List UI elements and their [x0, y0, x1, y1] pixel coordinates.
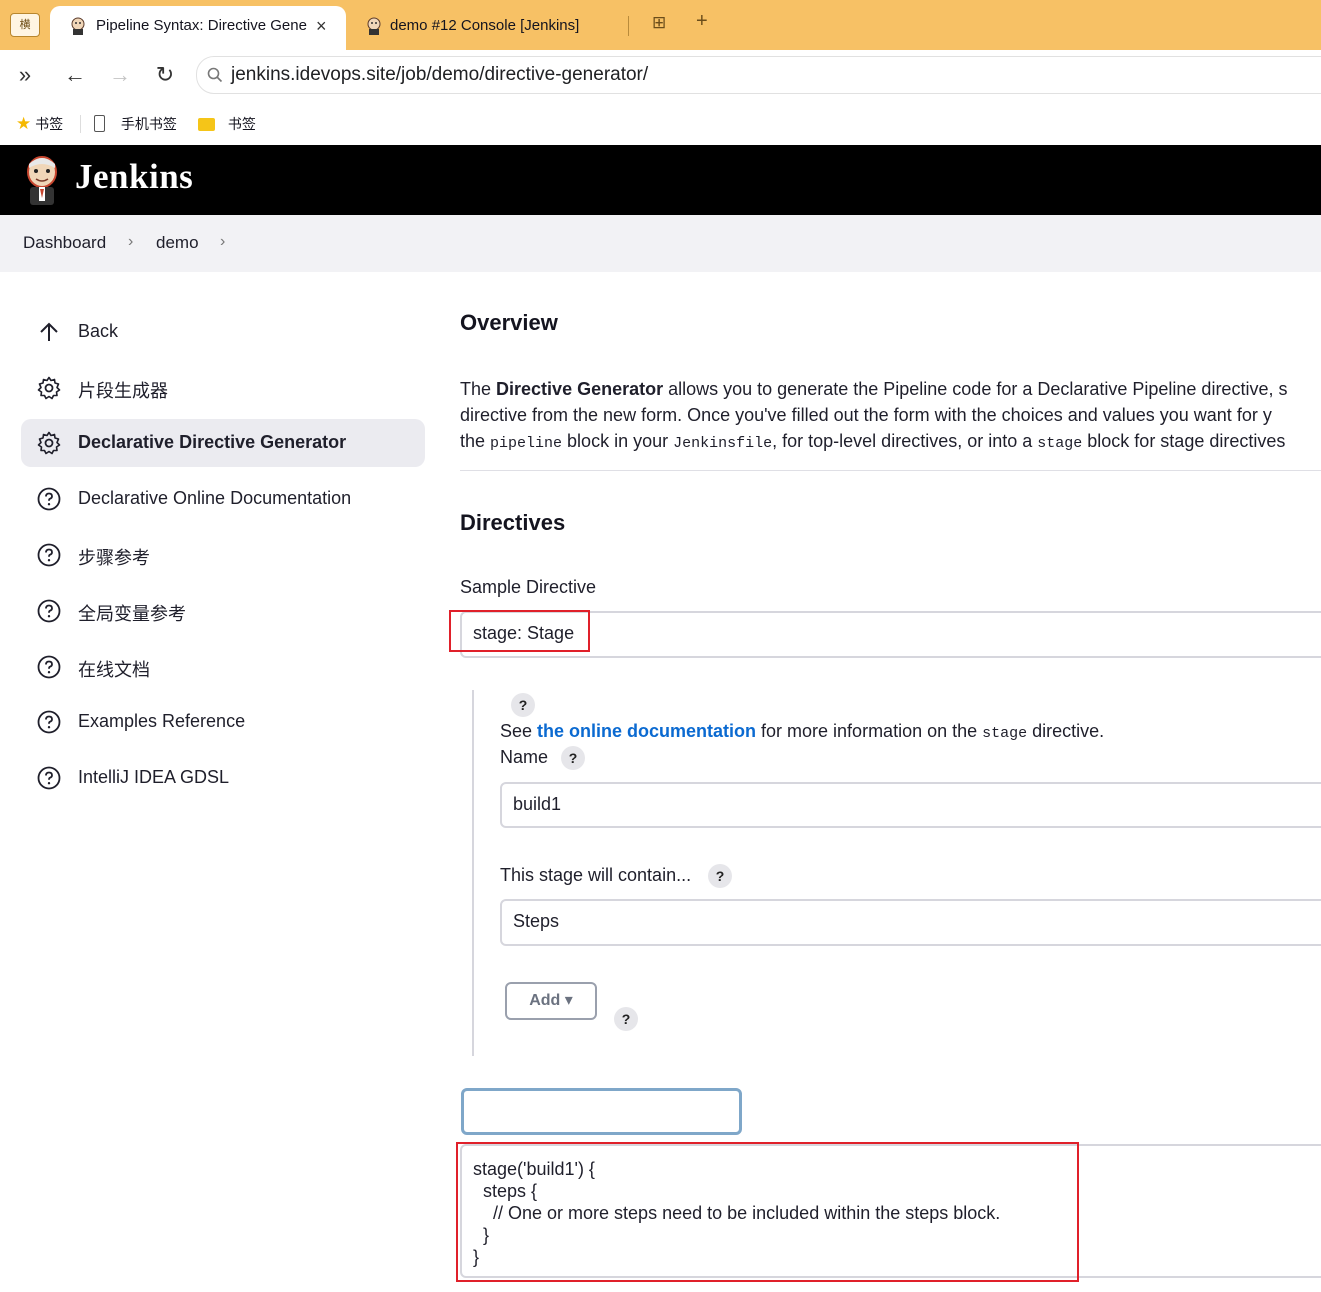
highlight-annotation	[449, 610, 590, 652]
generate-directive-button[interactable]	[461, 1088, 742, 1135]
form-indent-line	[472, 690, 474, 1056]
stage-contain-label: This stage will contain...	[500, 865, 692, 885]
bookmark-item[interactable]: ★ 书签	[16, 114, 63, 134]
help-circle-icon	[37, 599, 61, 623]
sidebar-item-intellij-gdsl[interactable]: IntelliJ IDEA GDSL	[21, 754, 425, 802]
help-circle-icon	[37, 710, 61, 734]
reload-icon[interactable]: ↻	[150, 60, 180, 90]
overview-heading: Overview	[460, 310, 558, 335]
online-documentation-link[interactable]: the online documentation	[537, 721, 756, 741]
tab-close-icon[interactable]: ×	[316, 6, 327, 46]
arrow-up-icon	[40, 322, 58, 341]
back-arrow-icon[interactable]: ←	[60, 60, 90, 90]
overview-description: The Directive Generator allows you to ge…	[460, 376, 1321, 457]
sidebar-item-directive-generator[interactable]: Declarative Directive Generator	[21, 419, 425, 467]
help-circle-icon	[37, 766, 61, 790]
bookmark-divider	[80, 115, 81, 133]
sidebar-item-online-docs[interactable]: Declarative Online Documentation	[21, 475, 425, 523]
directives-heading: Directives	[460, 510, 566, 535]
breadcrumb-dashboard[interactable]: Dashboard	[23, 233, 106, 253]
help-icon[interactable]: ?	[511, 693, 535, 717]
bookmark-label: 手机书签	[120, 116, 177, 132]
help-icon[interactable]: ?	[708, 864, 732, 888]
stage-contain-select[interactable]: Steps	[500, 899, 1321, 946]
bookmark-item[interactable]: 书签	[198, 114, 256, 134]
doc-hint: See the online documentation for more in…	[500, 721, 1105, 742]
overview-line-1: The Directive Generator allows you to ge…	[460, 379, 1288, 399]
sidebar-item-label: 片段生成器	[78, 381, 168, 401]
jenkins-logo-icon[interactable]	[22, 154, 62, 206]
jenkins-favicon-icon	[367, 17, 381, 35]
tab-pipeline-syntax[interactable]: Pipeline Syntax: Directive Generator ×	[50, 6, 346, 50]
help-icon[interactable]: ?	[614, 1007, 638, 1031]
chevron-right-icon[interactable]: ›	[220, 233, 225, 251]
folder-icon	[198, 118, 215, 131]
sidebar-item-label: Examples Reference	[78, 711, 246, 731]
browser-tab-bar: 横 Pipeline Syntax: Directive Generator ×…	[0, 0, 1321, 50]
sidebar-item-snippet-generator[interactable]: 片段生成器	[21, 364, 425, 412]
mobile-icon	[94, 115, 105, 132]
gear-icon	[37, 431, 61, 455]
tab-group-button[interactable]: 横	[10, 13, 40, 37]
sidebar-item-label: Declarative Online Documentation	[78, 488, 352, 508]
tab-title: Pipeline Syntax: Directive Generator	[96, 17, 308, 34]
chevron-right-icon: ›	[128, 233, 134, 250]
overview-line-3: the pipeline block in your Jenkinsfile, …	[460, 431, 1286, 452]
gear-icon	[37, 376, 61, 400]
stage-contain-value: Steps	[513, 911, 560, 931]
help-circle-icon	[37, 487, 61, 511]
forward-arrow-icon[interactable]: →	[105, 60, 135, 90]
name-label: Name	[500, 747, 549, 767]
sidebar-item-online-docs-cn[interactable]: 在线文档	[21, 643, 425, 691]
highlight-annotation	[456, 1142, 1079, 1282]
jenkins-header: Jenkins	[0, 145, 1321, 215]
bookmark-label: 书签	[35, 116, 64, 132]
sample-directive-label: Sample Directive	[460, 577, 597, 597]
address-bar-row: » ← → ↻ jenkins.idevops.site/job/demo/di…	[0, 50, 1321, 102]
extensions-grid-icon[interactable]: ⊞	[652, 13, 666, 33]
tab-title: demo #12 Console [Jenkins]	[390, 17, 580, 34]
bookmarks-bar: ★ 书签 手机书签 书签	[0, 102, 1321, 145]
jenkins-favicon-icon	[71, 17, 85, 35]
help-circle-icon	[37, 655, 61, 679]
breadcrumb-demo[interactable]: demo	[156, 233, 199, 253]
bookmark-label: 书签	[227, 116, 256, 132]
search-icon	[207, 67, 223, 83]
sidebar-item-examples-reference[interactable]: Examples Reference	[21, 698, 425, 746]
jenkins-brand[interactable]: Jenkins	[75, 157, 193, 197]
sidebar-item-label: Back	[78, 321, 119, 341]
tab-demo-console[interactable]: demo #12 Console [Jenkins]	[356, 6, 626, 50]
help-icon[interactable]: ?	[561, 746, 585, 770]
help-circle-icon	[37, 543, 61, 567]
sidebar-item-step-reference[interactable]: 步骤参考	[21, 531, 425, 579]
sidebar-toggle-icon[interactable]: »	[10, 60, 40, 90]
bookmark-item[interactable]: 手机书签	[94, 114, 177, 134]
sidebar-item-back[interactable]: Back	[21, 308, 425, 356]
sidebar-item-label: 全局变量参考	[78, 604, 186, 624]
overview-line-2: directive from the new form. Once you've…	[460, 405, 1272, 425]
sidebar-item-label: Declarative Directive Generator	[78, 432, 347, 452]
url-field[interactable]: jenkins.idevops.site/job/demo/directive-…	[196, 56, 1321, 94]
sidebar-item-label: IntelliJ IDEA GDSL	[78, 767, 230, 787]
sidebar-item-global-variables[interactable]: 全局变量参考	[21, 587, 425, 635]
sidebar-item-label: 在线文档	[78, 660, 150, 680]
sidebar-item-label: 步骤参考	[78, 548, 150, 568]
star-icon: ★	[16, 114, 32, 133]
breadcrumb: Dashboard › demo ›	[0, 215, 1321, 272]
tab-separator	[628, 16, 629, 36]
url-text: jenkins.idevops.site/job/demo/directive-…	[231, 64, 649, 85]
name-input-value: build1	[513, 794, 562, 814]
add-button[interactable]: Add ▾	[505, 982, 597, 1020]
name-input[interactable]: build1	[500, 782, 1321, 828]
section-divider	[460, 470, 1321, 471]
new-tab-button[interactable]: +	[696, 10, 708, 33]
